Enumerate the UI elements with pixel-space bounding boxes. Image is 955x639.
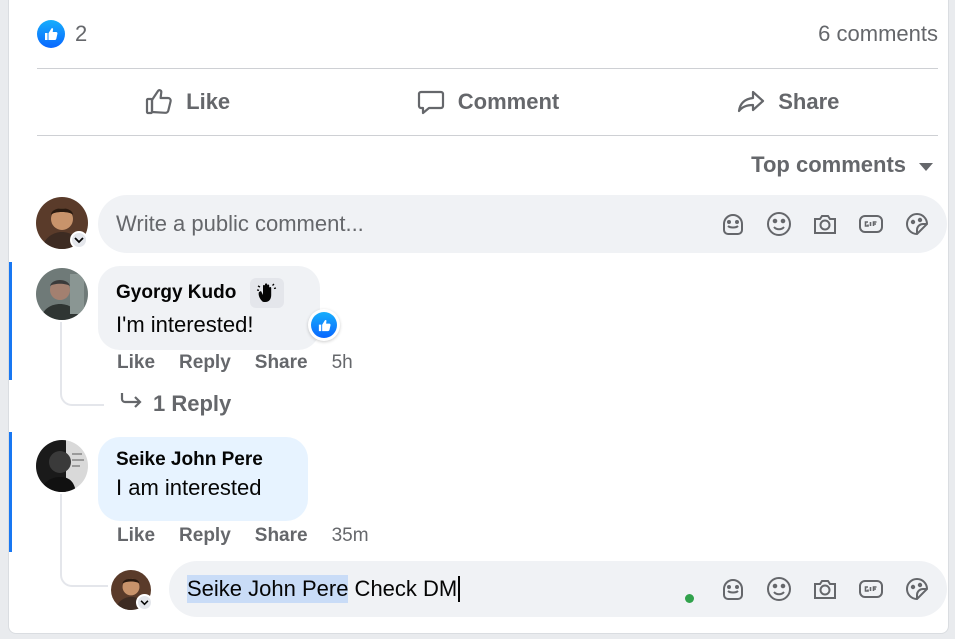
emoji-icon[interactable] (762, 208, 795, 241)
thumbs-up-icon (144, 87, 174, 117)
share-button-label: Share (778, 89, 840, 114)
reaction-summary[interactable]: 2 (37, 20, 87, 48)
comment-share-link[interactable]: Share (255, 525, 308, 547)
divider (37, 135, 938, 136)
emoji-icon[interactable] (762, 573, 795, 606)
comment-actions: Like Reply Share 5h (117, 352, 353, 374)
thread-highlight-bar (9, 432, 12, 552)
comment-actions: Like Reply Share 35m (117, 525, 369, 547)
replies-count: 1 Reply (153, 391, 232, 416)
comment-author[interactable]: Gyorgy Kudo (116, 282, 236, 304)
comment-like-link[interactable]: Like (117, 525, 155, 547)
comments-count-link[interactable]: 6 comments (818, 21, 938, 47)
comment-share-link[interactable]: Share (255, 352, 308, 374)
post-comments-card: 2 6 comments Like Comment Share Top comm… (8, 0, 949, 634)
comment-reply-link[interactable]: Reply (179, 525, 231, 547)
sort-label: Top comments (751, 152, 906, 177)
comment-reaction-badge[interactable] (308, 309, 340, 341)
comment-like-link[interactable]: Like (117, 352, 155, 374)
view-replies-link[interactable]: 1 Reply (119, 391, 231, 417)
reply-thread-line (60, 322, 104, 406)
comment-timestamp[interactable]: 5h (332, 352, 353, 374)
gif-icon[interactable] (854, 208, 887, 241)
sticker-icon[interactable] (900, 573, 933, 606)
gif-icon[interactable] (854, 573, 887, 606)
comment-bubble: Seike John Pere I am interested (98, 437, 308, 521)
like-reaction-icon (311, 312, 337, 338)
comment-bubble: Gyorgy Kudo I'm interested! (98, 266, 320, 350)
composer-tools (716, 208, 947, 241)
current-user-avatar[interactable] (111, 570, 153, 611)
post-stats: 2 6 comments (37, 14, 938, 54)
speech-bubble-icon (416, 87, 446, 117)
comment-input-placeholder[interactable]: Write a public comment... (116, 211, 716, 237)
caret-down-icon (918, 152, 934, 178)
share-button[interactable]: Share (638, 70, 938, 134)
comment-author[interactable]: Seike John Pere (116, 449, 263, 471)
reply-text: Check DM (348, 576, 458, 601)
commenter-avatar[interactable] (36, 440, 88, 492)
comment-composer[interactable]: Write a public comment... (98, 195, 947, 253)
sticker-icon[interactable] (900, 208, 933, 241)
reply-arrow-icon (119, 391, 143, 417)
like-reaction-icon (37, 20, 65, 48)
share-arrow-icon (736, 87, 766, 117)
reply-composer[interactable]: Seike John Pere Check DM (169, 561, 947, 617)
post-action-bar: Like Comment Share (37, 70, 938, 134)
chevron-down-icon[interactable] (70, 231, 88, 249)
like-button[interactable]: Like (37, 70, 337, 134)
composer-tools (716, 573, 947, 606)
comment-reply-link[interactable]: Reply (179, 352, 231, 374)
comment-text: I'm interested! (116, 312, 254, 337)
comment-timestamp[interactable]: 35m (332, 525, 369, 547)
comment-text: I am interested (116, 475, 262, 500)
chevron-down-icon[interactable] (136, 594, 153, 611)
like-button-label: Like (186, 89, 231, 114)
reaction-count: 2 (75, 21, 88, 46)
reply-input-field[interactable]: Seike John Pere Check DM (187, 575, 685, 603)
waving-hand-icon[interactable] (250, 278, 285, 308)
divider (37, 68, 938, 69)
camera-icon[interactable] (808, 208, 841, 241)
comment-sort-dropdown[interactable]: Top comments (751, 150, 934, 180)
camera-icon[interactable] (808, 573, 841, 606)
online-indicator-icon (685, 593, 694, 603)
comment-button-label: Comment (457, 89, 560, 114)
avatar-sticker-icon[interactable] (716, 208, 749, 241)
text-cursor (458, 576, 461, 602)
thread-highlight-bar (9, 262, 12, 380)
avatar-sticker-icon[interactable] (716, 573, 749, 606)
commenter-avatar[interactable] (36, 268, 88, 320)
comment-button[interactable]: Comment (337, 70, 637, 134)
mention-tag[interactable]: Seike John Pere (187, 575, 349, 603)
current-user-avatar[interactable] (36, 197, 88, 249)
